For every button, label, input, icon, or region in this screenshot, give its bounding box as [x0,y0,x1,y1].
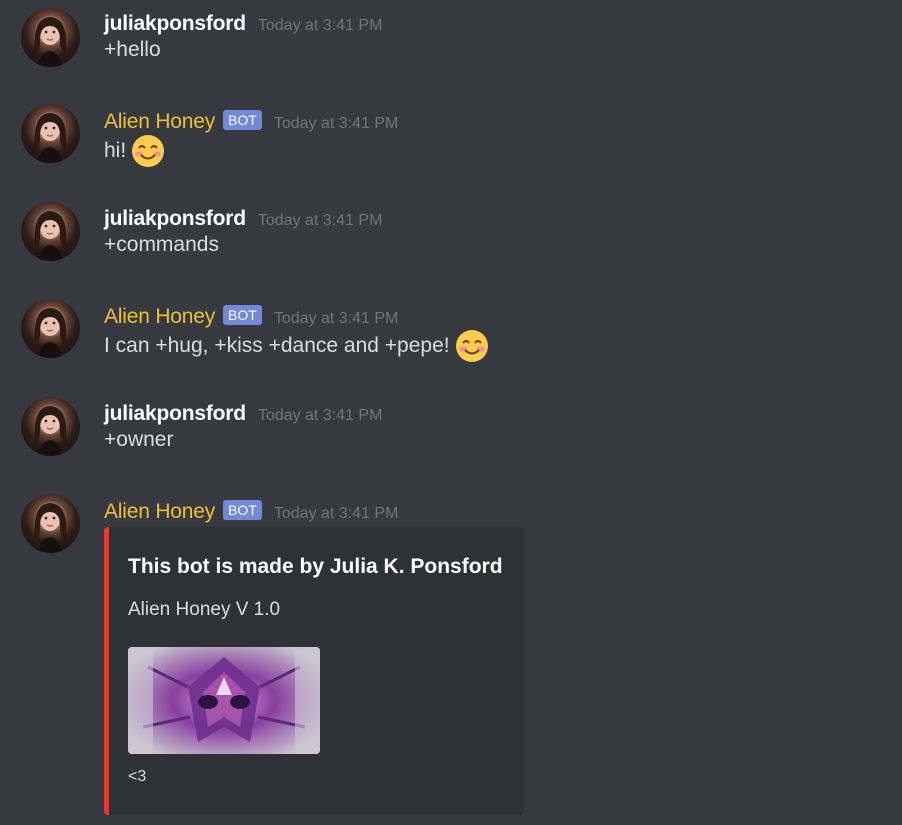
timestamp[interactable]: Today at 3:41 PM [258,212,383,230]
username[interactable]: juliakponsford [104,402,246,426]
bot-badge: BOT [223,500,262,520]
message-content: hi! [104,134,165,168]
embed-description: Alien Honey V 1.0 [128,599,281,620]
bot-badge: BOT [223,110,262,130]
timestamp[interactable]: Today at 3:41 PM [258,407,383,425]
message: Alien Honey BOT Today at 3:41 PM [0,492,902,553]
user-avatar[interactable] [21,8,80,67]
message: Alien Honey BOT Today at 3:41 PM hi! [0,102,902,172]
user-avatar[interactable] [21,397,80,456]
timestamp[interactable]: Today at 3:41 PM [274,115,399,133]
bot-badge: BOT [223,305,262,325]
message: juliakponsford Today at 3:41 PM +hello [0,4,902,74]
message-content: I can +hug, +kiss +dance and +pepe! [104,329,489,363]
username[interactable]: juliakponsford [104,12,246,36]
smiling-face-emoji-icon[interactable] [455,329,489,363]
username[interactable]: Alien Honey [104,500,215,524]
message-content: +owner [104,428,173,452]
message: Alien Honey BOT Today at 3:41 PM I can +… [0,297,902,367]
username[interactable]: Alien Honey [104,305,215,329]
message-header: Alien Honey BOT Today at 3:41 PM [104,108,398,136]
message-header: juliakponsford Today at 3:41 PM [104,205,382,233]
message-content: +commands [104,233,219,257]
message-text: +commands [104,233,219,256]
bot-avatar[interactable] [21,104,80,163]
rich-embed: This bot is made by Julia K. Ponsford Al… [104,527,524,815]
username[interactable]: Alien Honey [104,110,215,134]
embed-footer: <3 [128,768,147,785]
message-text: I can +hug, +kiss +dance and +pepe! [104,334,450,357]
timestamp[interactable]: Today at 3:41 PM [274,505,399,523]
bot-avatar[interactable] [21,299,80,358]
timestamp[interactable]: Today at 3:41 PM [274,310,399,328]
smiling-face-emoji-icon[interactable] [131,134,165,168]
message-header: juliakponsford Today at 3:41 PM [104,400,382,428]
message-content: +hello [104,38,161,62]
embed-title: This bot is made by Julia K. Ponsford [128,555,503,578]
timestamp[interactable]: Today at 3:41 PM [258,17,383,35]
message: juliakponsford Today at 3:41 PM +command… [0,199,902,269]
user-avatar[interactable] [21,202,80,261]
embed-accent-bar [104,527,109,815]
embed-image[interactable] [128,647,320,754]
message-header: Alien Honey BOT Today at 3:41 PM [104,498,398,526]
message: juliakponsford Today at 3:41 PM +owner [0,394,902,464]
message-header: Alien Honey BOT Today at 3:41 PM [104,303,398,331]
bot-avatar[interactable] [21,494,80,553]
message-text: +owner [104,428,174,451]
message-text: hi! [104,139,127,162]
message-header: juliakponsford Today at 3:41 PM [104,10,382,38]
message-text: +hello [104,38,161,61]
username[interactable]: juliakponsford [104,207,246,231]
